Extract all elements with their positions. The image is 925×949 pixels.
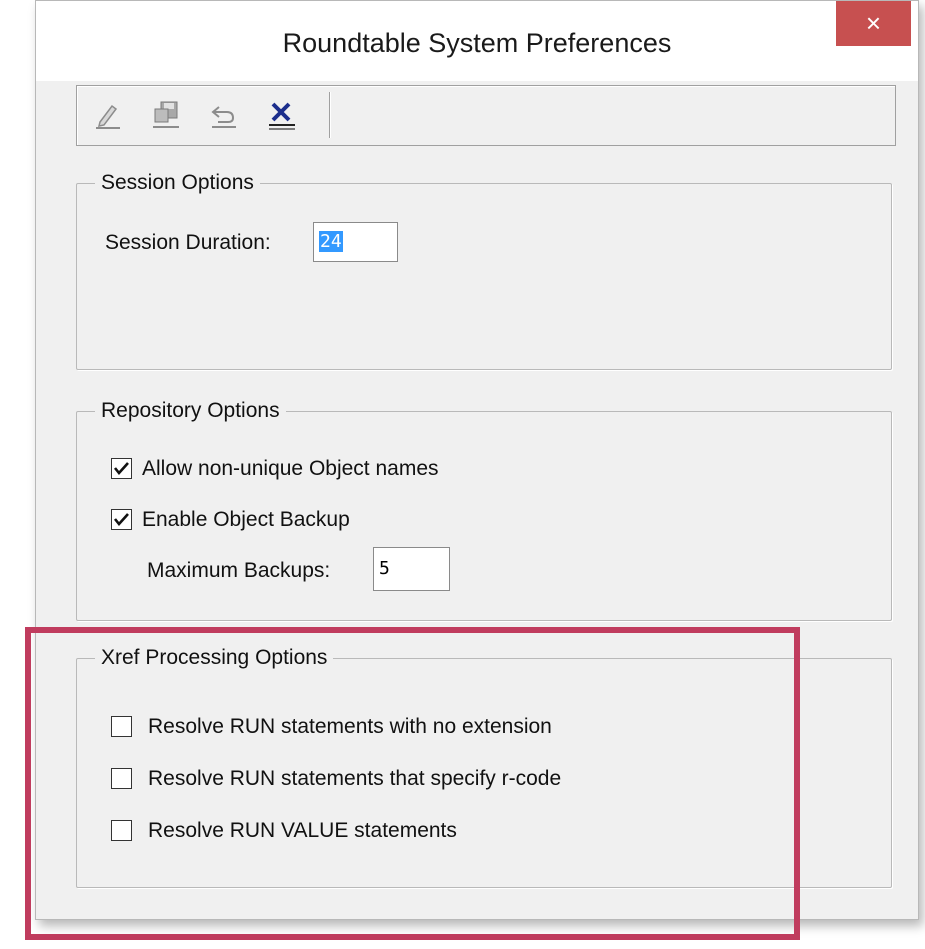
session-duration-label: Session Duration: [105, 231, 271, 254]
toolbar-separator [329, 92, 331, 138]
xref-rcode-label[interactable]: Resolve RUN statements that specify r-co… [148, 767, 561, 791]
save-icon [153, 101, 179, 128]
checkmark-icon [113, 462, 129, 476]
session-options-group: Session Options [76, 171, 892, 370]
xref-run-value-checkbox[interactable] [111, 820, 132, 841]
preferences-dialog: Roundtable System Preferences × Session … [35, 0, 919, 920]
xref-options-legend: Xref Processing Options [101, 646, 328, 669]
xref-rcode-checkbox[interactable] [111, 768, 132, 789]
session-duration-input[interactable]: 24 [313, 222, 398, 262]
xref-run-value-label[interactable]: Resolve RUN VALUE statements [148, 819, 457, 843]
session-options-legend: Session Options [101, 171, 254, 194]
allow-nonunique-checkbox[interactable] [111, 458, 132, 479]
undo-icon [211, 106, 236, 128]
enable-backup-checkbox[interactable] [111, 509, 132, 530]
allow-nonunique-label[interactable]: Allow non-unique Object names [142, 457, 439, 481]
checkmark-icon [113, 513, 129, 527]
max-backups-input[interactable]: 5 [373, 547, 450, 591]
enable-backup-label[interactable]: Enable Object Backup [142, 508, 350, 532]
close-button[interactable]: × [836, 1, 911, 46]
xref-no-extension-checkbox[interactable] [111, 716, 132, 737]
max-backups-label: Maximum Backups: [147, 559, 331, 582]
repository-options-legend: Repository Options [101, 399, 280, 422]
edit-icon [96, 104, 120, 129]
cancel-button[interactable] [265, 98, 299, 132]
undo-button[interactable] [207, 98, 241, 132]
edit-button[interactable] [91, 98, 125, 132]
xref-no-extension-label[interactable]: Resolve RUN statements with no extension [148, 715, 552, 739]
dialog-title: Roundtable System Preferences [282, 28, 672, 58]
title-bar[interactable]: Roundtable System Preferences × [36, 1, 918, 81]
save-button[interactable] [149, 98, 183, 132]
session-duration-value: 24 [319, 231, 343, 252]
cancel-icon [269, 102, 295, 130]
toolbar [76, 85, 896, 146]
